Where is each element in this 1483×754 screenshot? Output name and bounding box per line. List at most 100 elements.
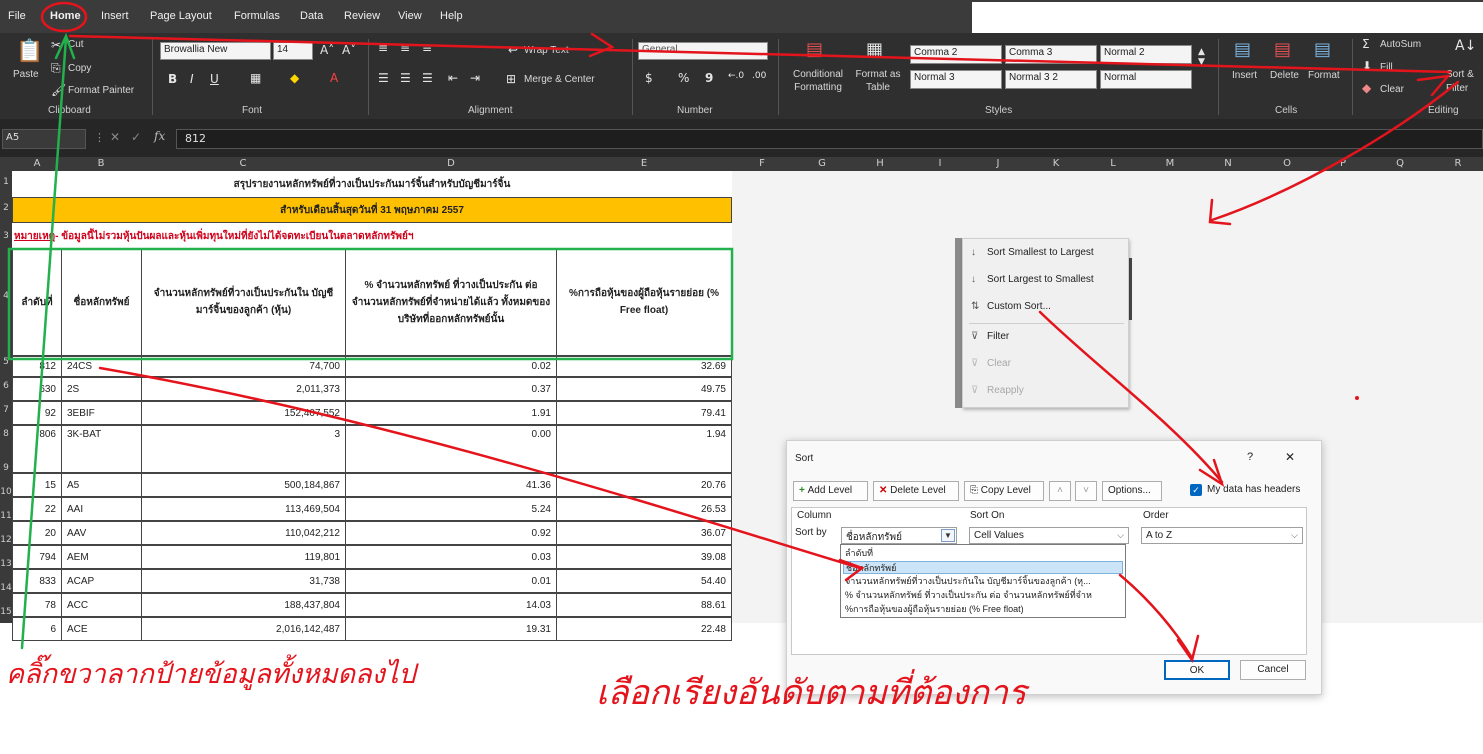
row-header[interactable]: 12: [0, 535, 12, 545]
tab-home[interactable]: Home: [50, 10, 81, 22]
table-cell[interactable]: 6: [12, 617, 62, 641]
table-cell[interactable]: 19.31: [345, 617, 557, 641]
row-header[interactable]: 15: [0, 607, 12, 617]
table-cell[interactable]: 24CS: [61, 356, 142, 377]
table-cell[interactable]: 113,469,504: [141, 497, 346, 521]
format-cells-button[interactable]: Format: [1308, 70, 1340, 81]
table-cell[interactable]: 188,437,804: [141, 593, 346, 617]
table-cell[interactable]: 500,184,867: [141, 473, 346, 497]
table-cell[interactable]: 79.41: [556, 401, 732, 425]
delete-level-button[interactable]: ✕ Delete Level: [873, 481, 959, 501]
insert-cells-icon[interactable]: ▤: [1234, 39, 1251, 60]
table-cell[interactable]: 119,801: [141, 545, 346, 569]
table-cell[interactable]: 31,738: [141, 569, 346, 593]
custom-sort-item[interactable]: ⇅ Custom Sort...: [971, 301, 1051, 312]
options-button[interactable]: Options...: [1102, 481, 1162, 501]
chevron-down-icon[interactable]: ⌵: [1117, 530, 1124, 541]
tab-insert[interactable]: Insert: [101, 10, 129, 22]
tab-file[interactable]: File: [8, 10, 26, 22]
table-cell[interactable]: 39.08: [556, 545, 732, 569]
style-cell[interactable]: Comma 2: [910, 45, 1002, 64]
table-cell[interactable]: 2,011,373: [141, 377, 346, 401]
paste-button[interactable]: Paste: [13, 69, 39, 80]
copy-button[interactable]: Copy: [68, 63, 91, 74]
table-cell[interactable]: 88.61: [556, 593, 732, 617]
bold-icon[interactable]: B: [168, 72, 177, 86]
table-cell[interactable]: 110,042,212: [141, 521, 346, 545]
wrap-text-button[interactable]: Wrap Text: [524, 45, 569, 56]
clear-button[interactable]: Clear: [1380, 84, 1404, 95]
table-cell[interactable]: 36.07: [556, 521, 732, 545]
autosum-button[interactable]: AutoSum: [1380, 39, 1421, 50]
table-cell[interactable]: 3EBIF: [61, 401, 142, 425]
row-header[interactable]: 5: [0, 357, 12, 367]
delete-cells-icon[interactable]: ▤: [1274, 39, 1291, 60]
row-header[interactable]: 3: [0, 231, 12, 241]
column-header-m[interactable]: M: [1162, 158, 1178, 169]
decrease-indent-icon[interactable]: ⇤: [448, 71, 458, 85]
styles-scroll-icon[interactable]: ▲ ▼: [1198, 47, 1205, 67]
chevron-down-icon[interactable]: ▼: [941, 529, 955, 542]
font-color-icon[interactable]: A: [330, 71, 338, 85]
tab-formulas[interactable]: Formulas: [234, 10, 280, 22]
dropdown-option-selected[interactable]: ชื่อหลักทรัพย์: [843, 561, 1123, 574]
table-cell[interactable]: AEM: [61, 545, 142, 569]
column-header-q[interactable]: Q: [1392, 158, 1408, 169]
align-bottom-icon[interactable]: ≡: [422, 41, 432, 55]
dropdown-option[interactable]: จำนวนหลักทรัพย์ที่วางเป็นประกันใน บัญชีม…: [843, 575, 1123, 588]
table-cell[interactable]: ACC: [61, 593, 142, 617]
align-left-icon[interactable]: ☰: [378, 71, 389, 85]
table-header-cell[interactable]: %การถือหุ้นของผู้ถือหุ้นรายย่อย (% Free …: [556, 248, 732, 356]
row-header[interactable]: 8: [0, 429, 12, 439]
number-format-select[interactable]: General: [638, 42, 768, 60]
format-as-table-button[interactable]: Format as Table: [852, 68, 904, 94]
column-header-p[interactable]: P: [1335, 158, 1351, 169]
fill-color-icon[interactable]: ◆: [290, 71, 299, 85]
table-cell[interactable]: ACE: [61, 617, 142, 641]
table-cell[interactable]: 0.37: [345, 377, 557, 401]
table-cell[interactable]: 41.36: [345, 473, 557, 497]
comma-style-button[interactable]: 9: [705, 71, 713, 85]
table-cell[interactable]: AAI: [61, 497, 142, 521]
decrease-decimal-icon[interactable]: .00: [752, 71, 766, 81]
merge-center-icon[interactable]: ⊞: [506, 72, 516, 86]
currency-button[interactable]: $: [645, 71, 653, 85]
align-middle-icon[interactable]: ≡: [400, 41, 410, 55]
column-header-n[interactable]: N: [1220, 158, 1236, 169]
order-select[interactable]: A to Z ⌵: [1141, 527, 1303, 544]
style-cell[interactable]: Comma 3: [1005, 45, 1097, 64]
row-header[interactable]: 6: [0, 381, 12, 391]
sort-ascending-item[interactable]: ↓ Sort Smallest to Largest: [971, 247, 1094, 258]
table-cell[interactable]: 806: [12, 425, 62, 473]
ok-button[interactable]: OK: [1164, 660, 1230, 680]
column-header-o[interactable]: O: [1279, 158, 1295, 169]
column-header-k[interactable]: K: [1048, 158, 1064, 169]
cancel-icon[interactable]: ✕: [110, 130, 120, 144]
fill-button[interactable]: Fill: [1380, 62, 1393, 73]
row-header[interactable]: 1: [0, 177, 12, 187]
row-header[interactable]: 7: [0, 405, 12, 415]
row-header[interactable]: 9: [0, 463, 12, 473]
table-cell[interactable]: 0.02: [345, 356, 557, 377]
column-header-c[interactable]: C: [235, 158, 251, 169]
column-header-a[interactable]: A: [29, 158, 45, 169]
column-header-r[interactable]: R: [1450, 158, 1466, 169]
column-header-d[interactable]: D: [443, 158, 459, 169]
filter-item[interactable]: ⊽ Filter: [971, 331, 1009, 342]
format-as-table-icon[interactable]: ▦: [866, 39, 883, 60]
increase-font-icon[interactable]: A˄: [320, 43, 334, 57]
tab-page-layout[interactable]: Page Layout: [150, 10, 212, 22]
table-cell[interactable]: 3K-BAT: [61, 425, 142, 473]
headers-checkbox[interactable]: ✓: [1190, 484, 1202, 496]
row-header[interactable]: 4: [0, 291, 12, 301]
merge-center-button[interactable]: Merge & Center: [524, 74, 595, 85]
tab-review[interactable]: Review: [344, 10, 380, 22]
column-header-b[interactable]: B: [93, 158, 109, 169]
sort-on-select[interactable]: Cell Values ⌵: [969, 527, 1129, 544]
table-cell[interactable]: 20: [12, 521, 62, 545]
insert-function-icon[interactable]: fx: [154, 129, 165, 143]
autosum-icon[interactable]: Σ: [1362, 37, 1370, 51]
format-cells-icon[interactable]: ▤: [1314, 39, 1331, 60]
move-up-button[interactable]: ˄: [1049, 481, 1071, 501]
borders-icon[interactable]: ▦: [250, 71, 261, 85]
